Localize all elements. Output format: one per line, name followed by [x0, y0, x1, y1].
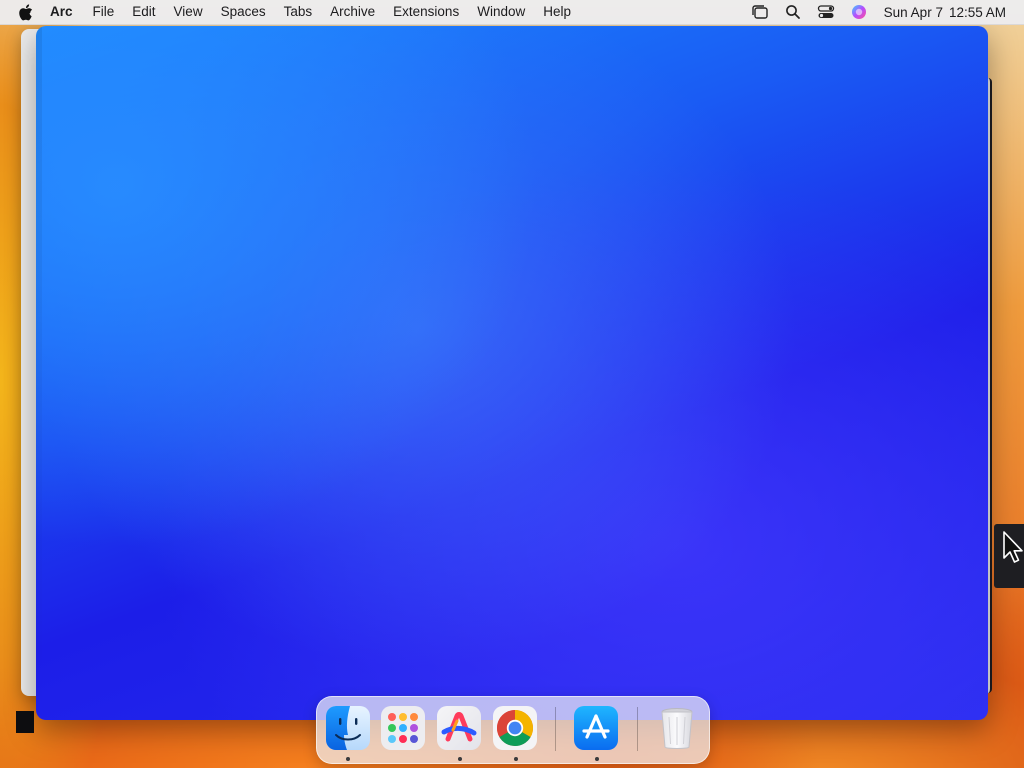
finder-icon[interactable]	[325, 705, 371, 751]
menu-app-name[interactable]: Arc	[50, 0, 84, 24]
menu-edit[interactable]: Edit	[123, 0, 164, 24]
clock-date: Sun Apr 7	[883, 4, 943, 20]
launchpad-icon[interactable]	[380, 705, 426, 751]
menu-view[interactable]: View	[165, 0, 212, 24]
menu-archive[interactable]: Archive	[321, 0, 384, 24]
control-center-icon[interactable]	[815, 3, 837, 21]
mouse-cursor-icon	[1003, 531, 1023, 563]
menu-help[interactable]: Help	[534, 0, 580, 24]
status-area: Sun Apr 7 12:55 AM	[738, 3, 1024, 21]
desktop-item	[16, 711, 34, 733]
finder-running-indicator	[346, 757, 350, 761]
chrome-running-indicator	[514, 757, 518, 761]
spotlight-search-icon[interactable]	[782, 3, 804, 21]
arc-browser-window[interactable]	[36, 26, 988, 720]
arc-browser-icon[interactable]	[436, 705, 482, 751]
dock-separator-trash	[637, 707, 638, 751]
menu-clock[interactable]: Sun Apr 7 12:55 AM	[884, 5, 1006, 20]
app-store-running-indicator	[595, 757, 599, 761]
window-left-edge	[36, 26, 42, 720]
siri-icon[interactable]	[848, 3, 870, 21]
menu-bar: Arc File Edit View Spaces Tabs Archive E…	[0, 0, 1024, 25]
chrome-icon[interactable]	[492, 705, 538, 751]
dock-separator	[555, 707, 556, 751]
trash-icon[interactable]	[654, 705, 700, 751]
menu-window[interactable]: Window	[468, 0, 534, 24]
apple-logo-icon[interactable]	[17, 3, 34, 21]
menu-extensions[interactable]: Extensions	[384, 0, 468, 24]
stage-manager-icon[interactable]	[749, 3, 771, 21]
clock-time: 12:55 AM	[948, 4, 1006, 20]
menu-spaces[interactable]: Spaces	[212, 0, 275, 24]
menu-file[interactable]: File	[84, 0, 124, 24]
arc-running-indicator	[458, 757, 462, 761]
app-store-icon[interactable]	[573, 705, 619, 751]
dock	[316, 696, 710, 764]
menu-tabs[interactable]: Tabs	[275, 0, 322, 24]
